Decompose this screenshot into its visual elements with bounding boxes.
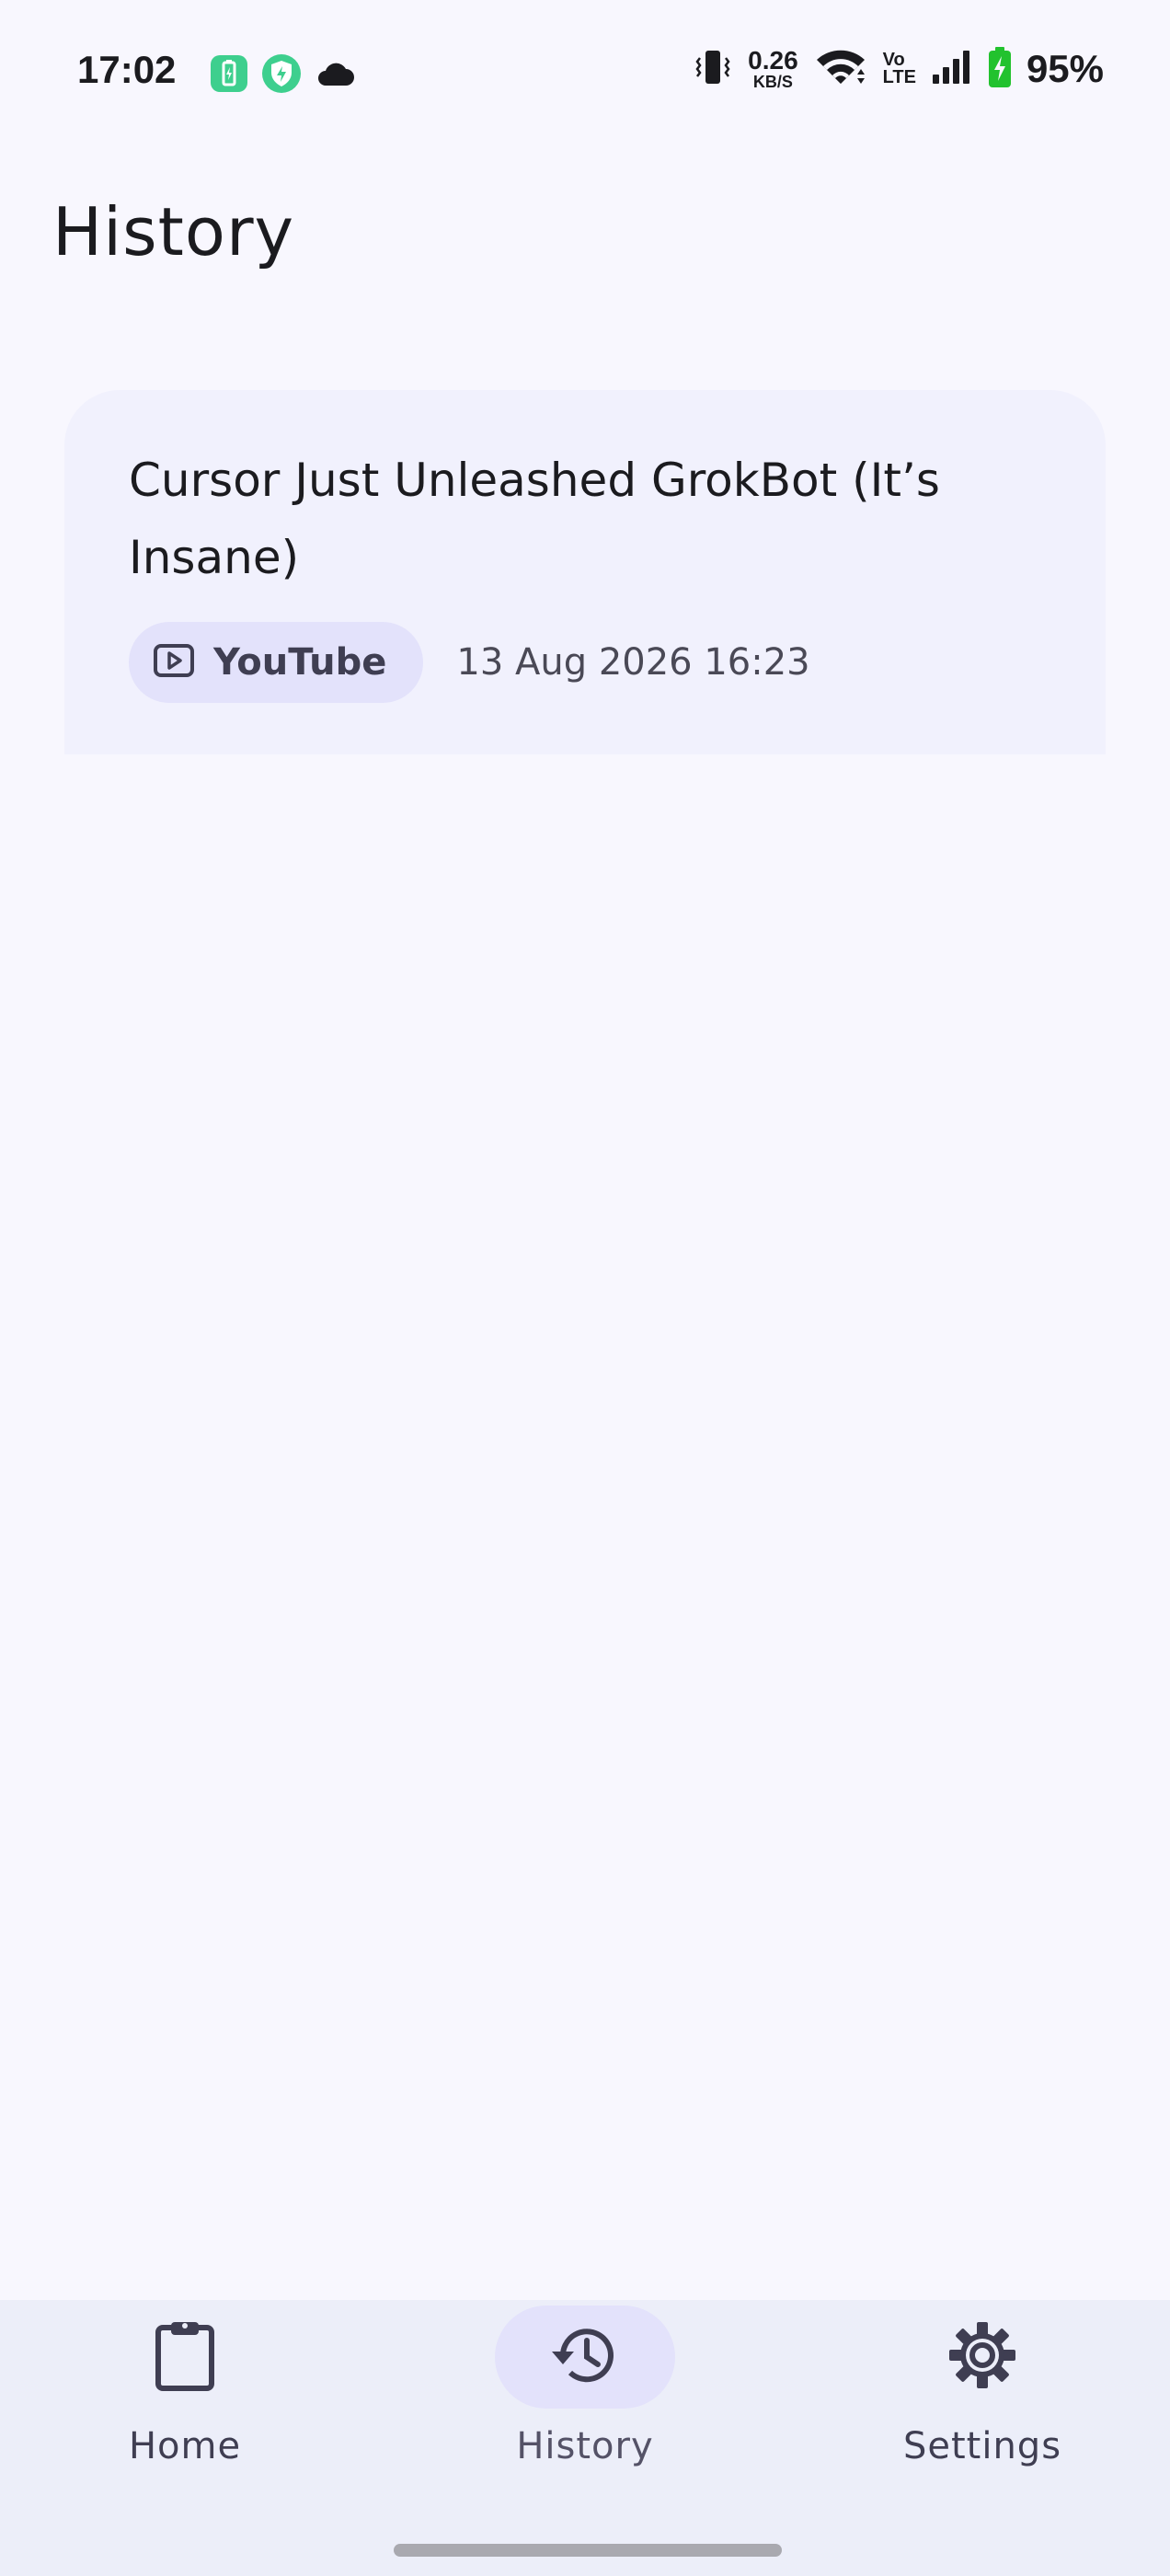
status-bar: 17:02 0.26 KB/S Vo LTE 95%	[0, 0, 1170, 152]
nav-home-label: Home	[128, 2425, 242, 2467]
history-item-timestamp: 13 Aug 2026 16:23	[456, 641, 810, 684]
status-system-icons: 0.26 KB/S Vo LTE 95%	[693, 46, 1104, 92]
bottom-navigation-bar: Home History Settings	[0, 2300, 1170, 2576]
history-item-meta: YouTube 13 Aug 2026 16:23	[129, 622, 1041, 703]
volte-bottom: LTE	[882, 67, 916, 87]
history-icon	[550, 2320, 620, 2394]
status-time: 17:02	[77, 48, 177, 91]
cloud-icon	[315, 60, 355, 91]
nav-settings-icon-container	[892, 2306, 1072, 2409]
network-speed: 0.26 KB/S	[748, 46, 798, 91]
nav-item-settings[interactable]: Settings	[844, 2300, 1120, 2467]
status-notification-icons	[210, 53, 355, 98]
nav-item-home[interactable]: Home	[47, 2300, 323, 2467]
network-speed-unit: KB/S	[752, 73, 793, 91]
page-title: History	[52, 193, 295, 270]
clipboard-icon	[153, 2318, 217, 2396]
nav-history-icon-container	[495, 2306, 675, 2409]
cell-signal-icon	[931, 49, 973, 89]
volte-indicator: Vo LTE	[882, 51, 916, 87]
vibrate-icon	[693, 47, 733, 91]
shield-app-icon	[261, 53, 302, 98]
nav-settings-label: Settings	[902, 2425, 1062, 2467]
source-chip: YouTube	[129, 622, 424, 703]
nav-home-icon-container	[95, 2306, 275, 2409]
gear-icon	[947, 2320, 1017, 2394]
battery-percent: 95%	[1026, 47, 1104, 90]
network-speed-value: 0.26	[748, 46, 798, 75]
history-item-title: Cursor Just Unleashed GrokBot (It’s Insa…	[129, 454, 940, 584]
battery-saver-app-icon	[210, 54, 248, 97]
nav-history-label: History	[516, 2425, 654, 2467]
nav-item-history[interactable]: History	[447, 2300, 723, 2467]
home-gesture-bar[interactable]	[394, 2544, 782, 2557]
source-chip-label: YouTube	[213, 641, 387, 684]
battery-icon	[988, 46, 1012, 92]
video-play-icon	[153, 642, 195, 683]
wifi-icon	[813, 47, 868, 91]
history-list-item[interactable]: Cursor Just Unleashed GrokBot (It’s Insa…	[64, 390, 1106, 754]
